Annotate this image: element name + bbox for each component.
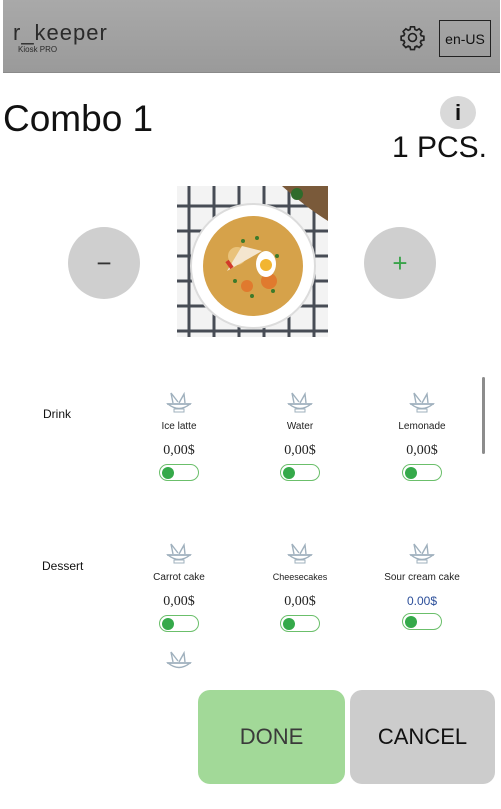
logo: r_keeper xyxy=(13,20,108,45)
gear-icon[interactable] xyxy=(399,24,426,51)
option-carrot-cake[interactable]: Carrot cake 0,00$ xyxy=(119,542,239,632)
option-name: Sour cream cake xyxy=(384,572,460,583)
option-sour-cream-cake[interactable]: Sour cream cake 0.00$ xyxy=(362,542,482,630)
logo-subtitle: Kiosk PRO xyxy=(18,45,58,54)
option-water[interactable]: Water 0,00$ xyxy=(240,391,360,481)
kiosk-screen: r_keeper Kiosk PRO en-US Combo 1 i 1 PCS… xyxy=(0,0,501,809)
dish-icon xyxy=(287,542,313,564)
option-lemonade[interactable]: Lemonade 0,00$ xyxy=(362,391,482,481)
dish-icon xyxy=(166,391,192,413)
language-button[interactable]: en-US xyxy=(439,20,491,57)
toggle-knob xyxy=(405,615,417,628)
done-button[interactable]: DONE xyxy=(198,690,345,784)
option-toggle[interactable] xyxy=(402,613,442,630)
info-button[interactable]: i xyxy=(440,96,476,129)
option-price: 0,00$ xyxy=(163,594,195,609)
option-name: Water xyxy=(286,421,314,432)
quantity-display: 1 PCS. xyxy=(391,131,487,164)
option-name: Carrot cake xyxy=(153,572,205,583)
toggle-knob xyxy=(162,617,174,630)
option-name: Lemonade xyxy=(398,421,446,432)
group-label-drink: Drink xyxy=(43,407,72,421)
option-price: 0,00$ xyxy=(163,443,195,458)
option-price: 0,00$ xyxy=(406,443,438,458)
option-toggle[interactable] xyxy=(402,464,442,481)
product-image xyxy=(177,186,328,337)
toggle-knob xyxy=(162,466,174,479)
toggle-knob xyxy=(405,466,417,479)
option-cheesecakes[interactable]: Cheesecakes 0,00$ xyxy=(240,542,360,632)
soup-bowl-image xyxy=(177,186,328,337)
option-toggle[interactable] xyxy=(159,615,199,632)
dish-icon xyxy=(287,391,313,413)
dish-icon xyxy=(166,542,192,564)
option-name: Cheesecakes xyxy=(272,572,328,582)
option-ice-latte[interactable]: Ice latte 0,00$ xyxy=(119,391,239,481)
dish-icon xyxy=(166,650,192,669)
toggle-knob xyxy=(283,466,295,479)
increase-quantity-button[interactable]: + xyxy=(364,227,436,299)
option-toggle[interactable] xyxy=(159,464,199,481)
product-title: Combo 1 xyxy=(3,98,154,139)
option-price: 0,00$ xyxy=(284,594,316,609)
option-toggle[interactable] xyxy=(280,464,320,481)
option-price: 0.00$ xyxy=(406,594,438,608)
dish-icon xyxy=(409,391,435,413)
option-name: Ice latte xyxy=(161,421,197,432)
options-scrollbar[interactable] xyxy=(482,377,485,454)
app-header: r_keeper Kiosk PRO en-US xyxy=(3,0,500,73)
cancel-button[interactable]: CANCEL xyxy=(350,690,495,784)
dish-icon xyxy=(409,542,435,564)
toggle-knob xyxy=(283,617,295,630)
decrease-quantity-button[interactable]: − xyxy=(68,227,140,299)
option-price: 0,00$ xyxy=(284,443,316,458)
group-label-dessert: Dessert xyxy=(42,559,84,573)
option-toggle[interactable] xyxy=(280,615,320,632)
